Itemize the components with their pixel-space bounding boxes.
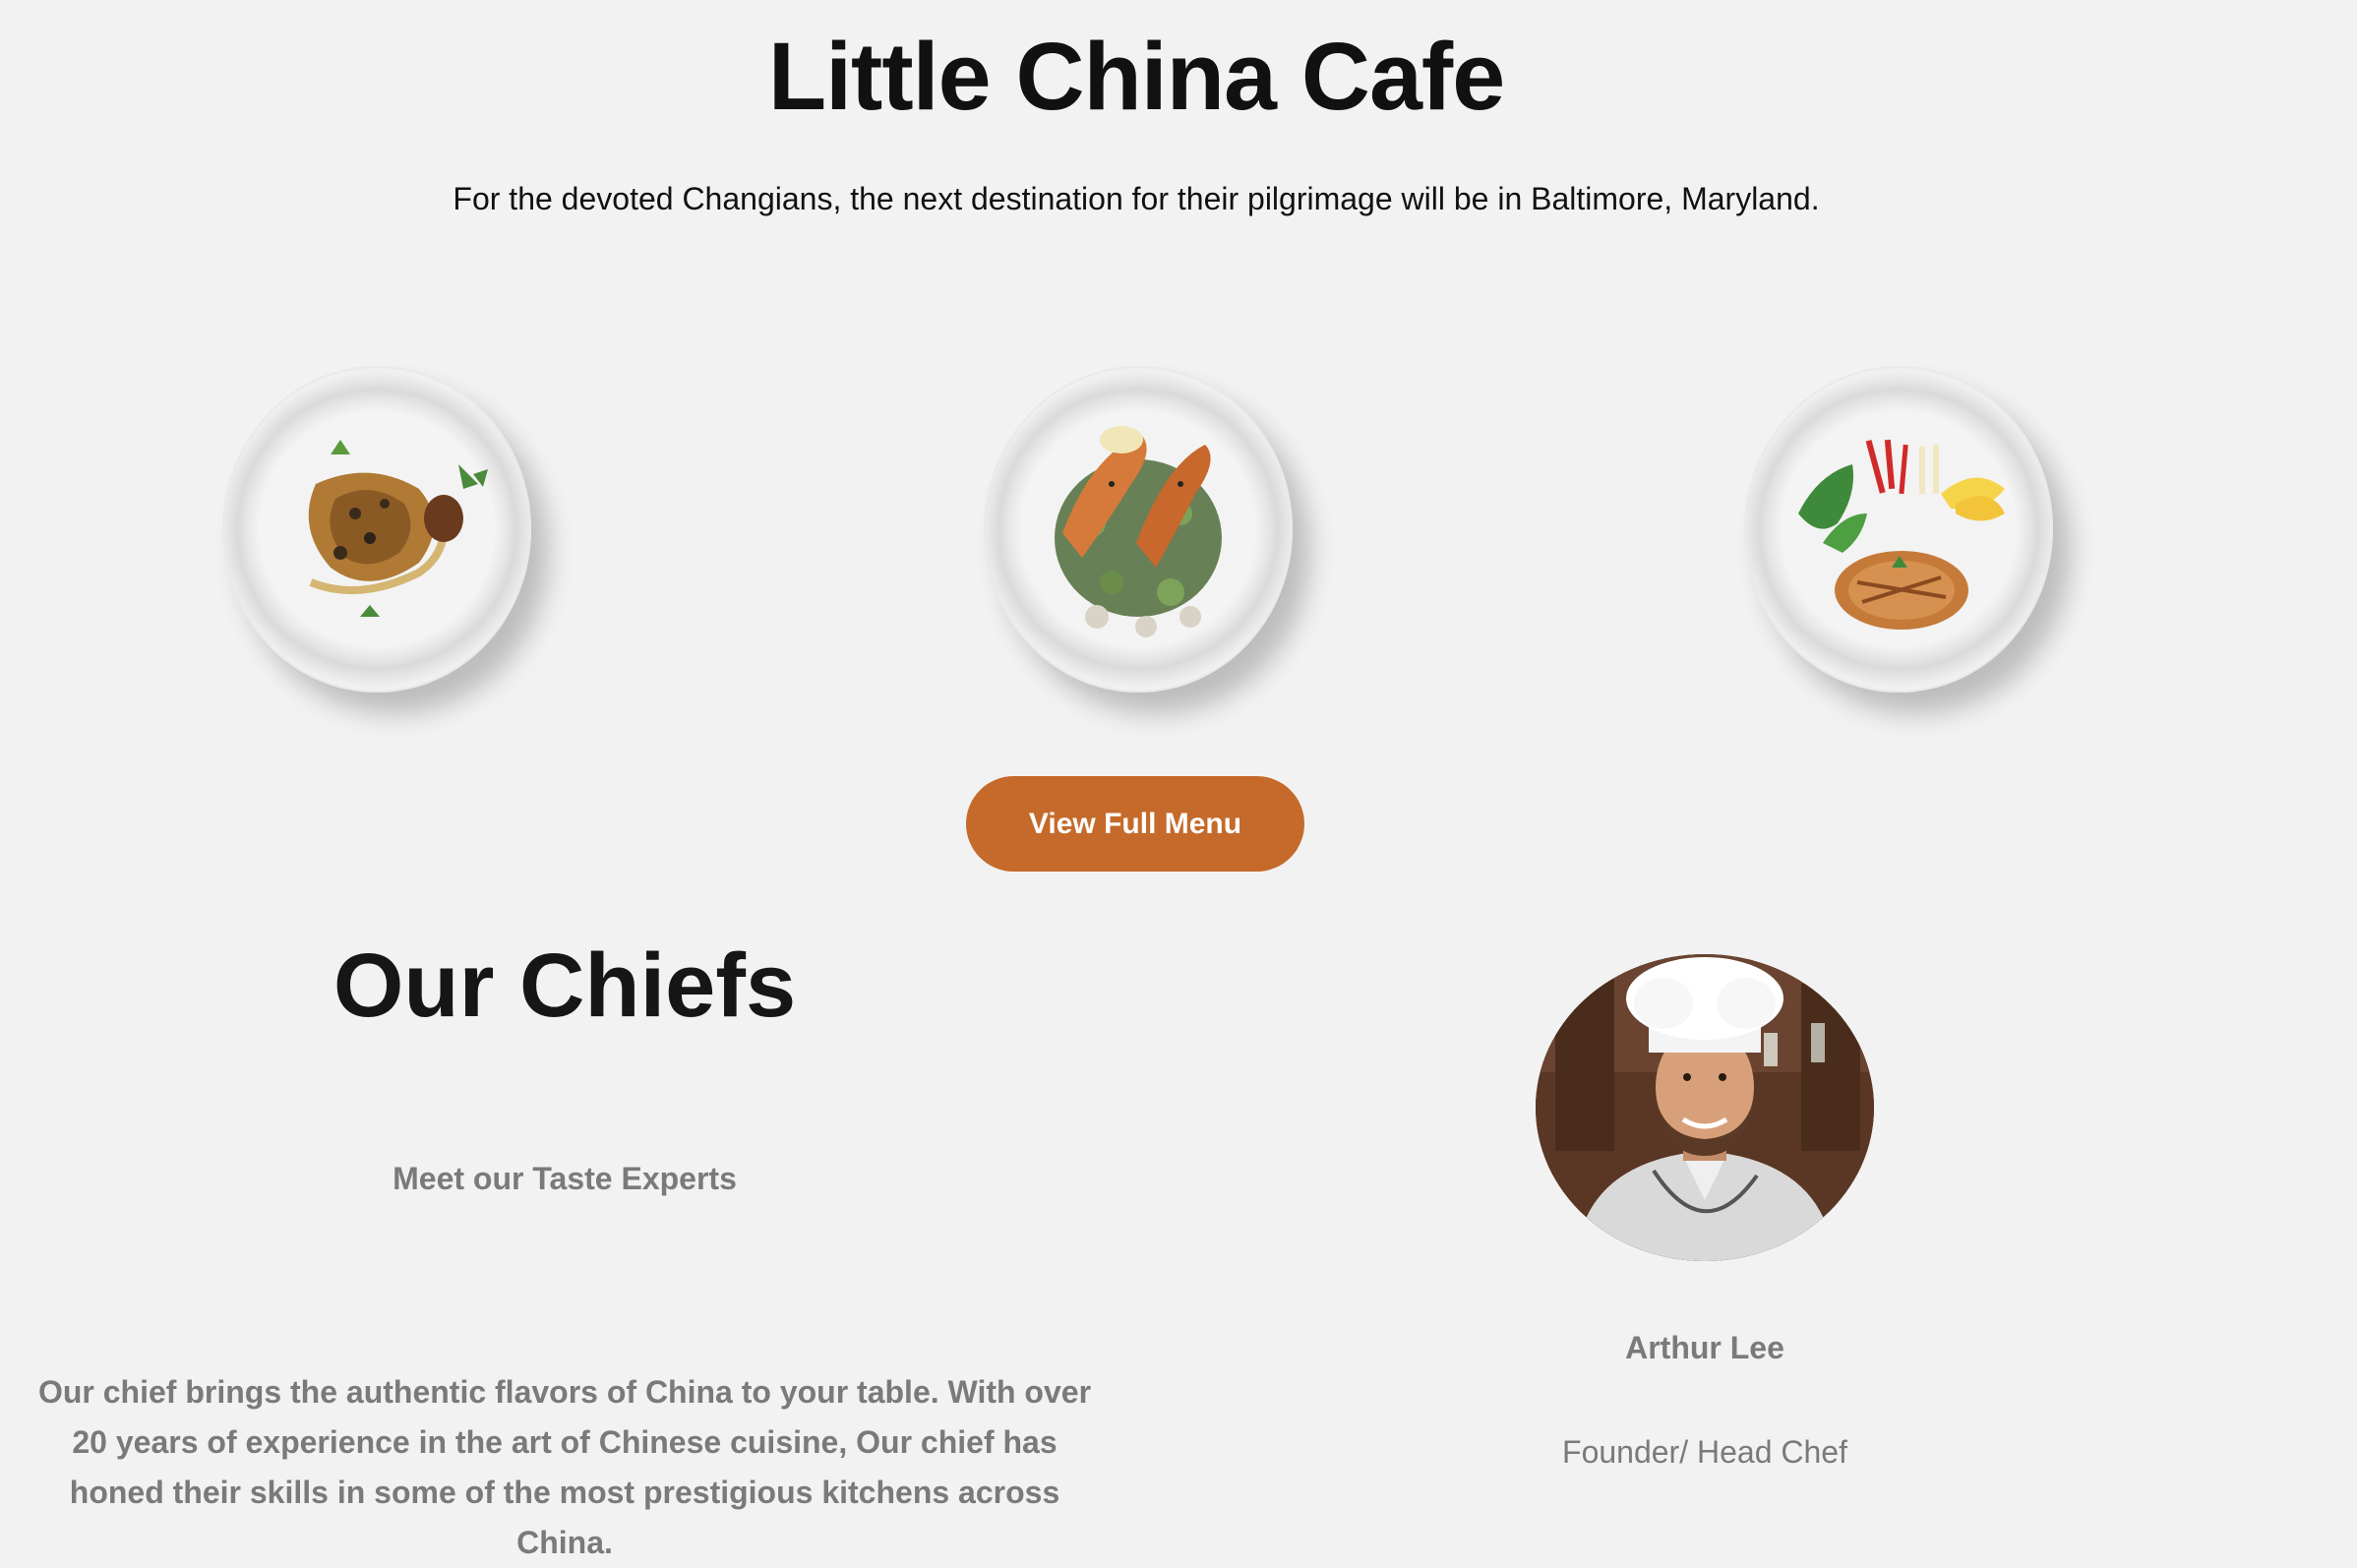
view-full-menu-button[interactable]: View Full Menu <box>966 776 1304 872</box>
grilled-fish-image <box>1744 366 2053 693</box>
salmon-salad-image <box>984 366 1293 693</box>
chefs-section-subtitle: Meet our Taste Experts <box>393 1161 737 1196</box>
plated-dish-image <box>222 366 531 693</box>
chef-description: Our chief brings the authentic flavors o… <box>37 1374 1092 1560</box>
chef-name: Arthur Lee <box>1625 1330 1784 1365</box>
tagline: For the devoted Changians, the next dest… <box>453 181 1820 216</box>
chefs-section-title: Our Chiefs <box>332 935 797 1036</box>
page-title: Little China Cafe <box>767 23 1505 130</box>
chef-avatar <box>1536 954 1874 1261</box>
chef-role: Founder/ Head Chef <box>1562 1434 1847 1470</box>
